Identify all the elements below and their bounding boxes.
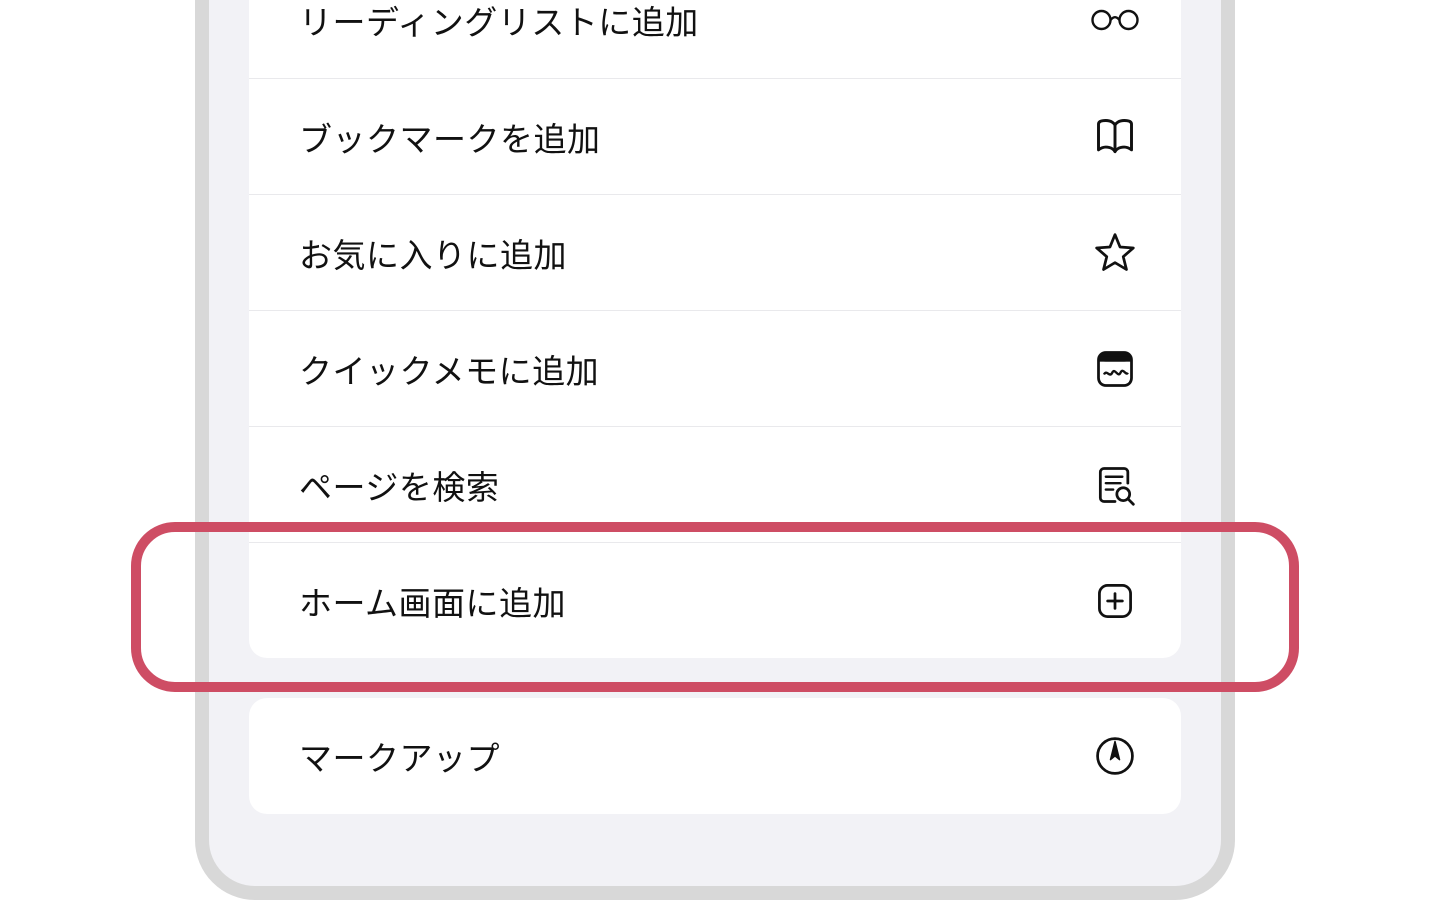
menu-item-label: マークアップ (299, 732, 500, 780)
book-icon (1091, 113, 1139, 161)
menu-item-quicknote[interactable]: クイックメモに追加 (249, 310, 1181, 426)
menu-item-label: クイックメモに追加 (299, 345, 599, 393)
menu-item-label: ページを検索 (299, 461, 499, 509)
menu-item-label: ホーム画面に追加 (299, 577, 566, 625)
menu-item-label: リーディングリストに追加 (299, 0, 699, 44)
menu-item-label: お気に入りに追加 (299, 229, 567, 277)
menu-item-favorites[interactable]: お気に入りに追加 (249, 194, 1181, 310)
quicknote-icon (1091, 345, 1139, 393)
star-icon (1091, 229, 1139, 277)
plus-square-icon (1091, 577, 1139, 625)
menu-item-label: ブックマークを追加 (299, 113, 601, 161)
menu-item-bookmark[interactable]: ブックマークを追加 (249, 78, 1181, 194)
menu-item-markup[interactable]: マークアップ (249, 698, 1181, 814)
menu-group-2: マークアップ (249, 698, 1181, 814)
menu-group-1: リーディングリストに追加 ブックマークを追加 (249, 0, 1181, 658)
menu-item-reading-list[interactable]: リーディングリストに追加 (249, 0, 1181, 78)
glasses-icon (1091, 0, 1139, 44)
menu-item-add-home-screen[interactable]: ホーム画面に追加 (249, 542, 1181, 658)
share-sheet-menu: リーディングリストに追加 ブックマークを追加 (249, 0, 1181, 886)
find-on-page-icon (1091, 461, 1139, 509)
menu-item-find-on-page[interactable]: ページを検索 (249, 426, 1181, 542)
phone-frame: リーディングリストに追加 ブックマークを追加 (195, 0, 1235, 900)
markup-icon (1091, 732, 1139, 780)
